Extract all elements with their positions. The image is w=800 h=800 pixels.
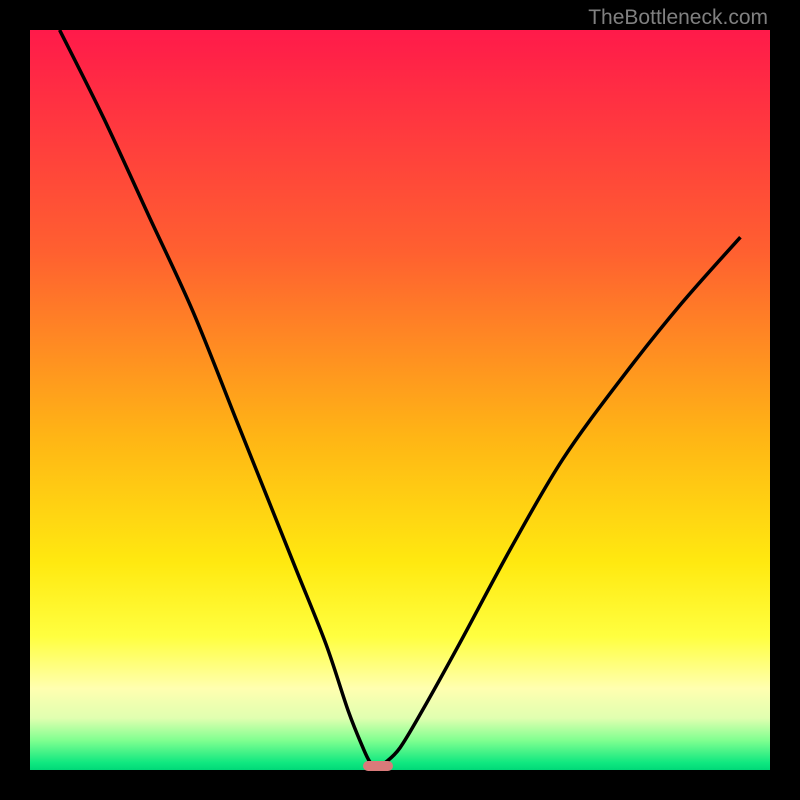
watermark-text: TheBottleneck.com xyxy=(588,6,768,30)
bottleneck-curve xyxy=(30,30,770,770)
plot-area xyxy=(30,30,770,770)
chart-container: TheBottleneck.com xyxy=(0,0,800,800)
minimum-marker xyxy=(363,761,393,771)
